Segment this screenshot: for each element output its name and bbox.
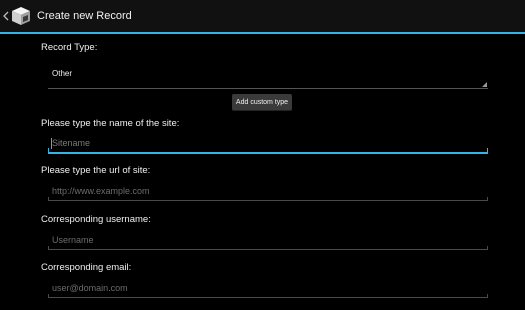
underline-tick-left — [48, 246, 49, 250]
record-type-label: Record Type: — [41, 42, 98, 53]
underline-tick-right — [487, 294, 488, 298]
field-underline — [48, 152, 488, 154]
username-input[interactable] — [48, 232, 482, 248]
dropdown-corner-icon — [482, 82, 487, 87]
record-type-value: Other — [52, 69, 73, 78]
site-name-label: Please type the name of the site: — [41, 118, 180, 129]
add-custom-type-button[interactable]: Add custom type — [232, 94, 292, 111]
site-name-field[interactable] — [48, 135, 488, 155]
underline-tick-left — [48, 148, 49, 153]
text-cursor — [51, 138, 52, 149]
underline-tick-left — [48, 197, 49, 201]
action-bar: Create new Record — [0, 0, 525, 34]
username-field[interactable] — [48, 232, 488, 252]
field-underline — [48, 297, 488, 298]
email-input[interactable] — [48, 280, 482, 296]
site-url-label: Please type the url of site: — [41, 165, 151, 176]
site-url-field[interactable] — [48, 183, 488, 203]
page-title: Create new Record — [37, 10, 132, 22]
username-label: Corresponding username: — [41, 214, 151, 225]
record-type-spinner[interactable]: Other — [48, 66, 488, 89]
cube-app-icon[interactable] — [10, 5, 32, 27]
site-url-input[interactable] — [48, 183, 482, 199]
underline-tick-left — [48, 294, 49, 298]
underline-tick-right — [487, 148, 488, 153]
site-name-input[interactable] — [48, 135, 482, 151]
underline-tick-right — [487, 197, 488, 201]
email-field[interactable] — [48, 280, 488, 300]
underline-tick-right — [487, 246, 488, 250]
field-underline — [48, 200, 488, 201]
up-caret-icon[interactable] — [3, 11, 9, 21]
field-underline — [48, 249, 488, 250]
email-label: Corresponding email: — [41, 262, 132, 273]
